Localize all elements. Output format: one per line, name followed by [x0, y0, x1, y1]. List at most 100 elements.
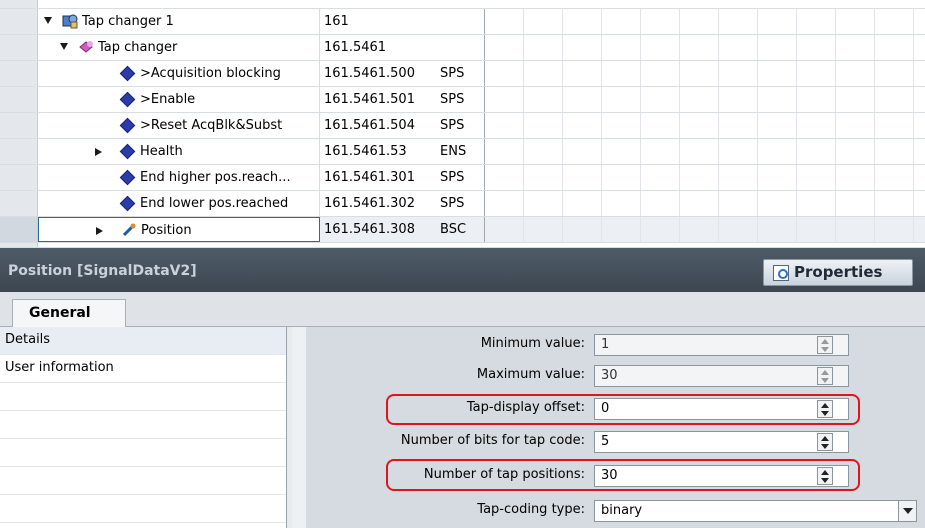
empty-cell — [836, 217, 875, 242]
tree-name-cell[interactable]: >Reset AcqBlk&Subst — [38, 113, 320, 138]
signal-diamond-icon — [119, 91, 136, 108]
tree-item-label: End lower pos.reached — [140, 196, 289, 211]
signal-diamond-icon — [119, 143, 136, 160]
empty-cell — [914, 61, 925, 86]
tree-item-label: End higher pos.reach... — [140, 170, 291, 185]
empty-cell — [602, 9, 641, 34]
empty-cell — [641, 165, 680, 190]
empty-cell — [797, 217, 836, 242]
empty-cell — [563, 35, 602, 60]
empty-cell — [641, 191, 680, 216]
minimum-value-spinner — [817, 336, 833, 354]
row-gutter — [0, 191, 38, 216]
tree-row[interactable]: Tap changer 1 161 — [0, 9, 925, 35]
tree-row[interactable]: End higher pos.reach... 161.5461.301 SPS — [0, 165, 925, 191]
expand-triangle-icon[interactable] — [95, 148, 102, 156]
empty-cell — [524, 165, 563, 190]
tree-name-cell[interactable]: >Acquisition blocking — [38, 61, 320, 86]
empty-cell — [875, 113, 914, 138]
device-gear-icon — [62, 13, 78, 29]
nav-empty-row — [0, 495, 286, 523]
tree-row[interactable]: Position 161.5461.308 BSC — [0, 217, 925, 243]
empty-cell — [524, 139, 563, 164]
collapse-triangle-icon[interactable] — [44, 17, 52, 24]
empty-cell — [485, 9, 524, 34]
empty-cell — [680, 87, 719, 112]
empty-cell — [641, 87, 680, 112]
maximum-value-spinner — [817, 367, 833, 385]
expand-triangle-icon[interactable] — [96, 227, 103, 235]
tree-name-cell[interactable]: End higher pos.reach... — [38, 165, 320, 190]
tree-row[interactable]: Tap changer 161.5461 — [0, 35, 925, 61]
empty-cell — [836, 113, 875, 138]
tap-coding-type-value: binary — [601, 503, 643, 518]
empty-cell — [797, 191, 836, 216]
empty-cell — [914, 35, 925, 60]
tree-name-cell[interactable]: Position — [38, 217, 320, 242]
empty-cell — [719, 61, 758, 86]
address-cell: 161.5461.53 — [324, 144, 407, 159]
empty-cell — [875, 35, 914, 60]
address-cell: 161.5461.504 — [324, 118, 415, 133]
highlight-outline-offset — [386, 394, 860, 425]
tree-item-label: Tap changer 1 — [82, 14, 174, 29]
chevron-down-icon[interactable] — [898, 501, 916, 521]
empty-cell — [758, 217, 797, 242]
empty-cell — [641, 113, 680, 138]
empty-cell — [758, 35, 797, 60]
tree-row[interactable]: >Acquisition blocking 161.5461.500 SPS — [0, 61, 925, 87]
signal-diamond-icon — [119, 117, 136, 134]
empty-cell — [524, 191, 563, 216]
type-cell: SPS — [440, 165, 485, 190]
bits-tap-code-spinner[interactable] — [817, 433, 833, 451]
tree-name-cell[interactable]: >Enable — [38, 87, 320, 112]
signal-diamond-icon — [119, 65, 136, 82]
empty-cell — [836, 9, 875, 34]
tree-name-cell[interactable]: Tap changer — [38, 35, 320, 60]
bits-tap-code-field[interactable]: 5 — [594, 431, 849, 453]
row-gutter — [0, 165, 38, 190]
row-maximum-value: Maximum value: 30 — [306, 360, 925, 391]
empty-cell — [524, 35, 563, 60]
empty-cell — [641, 139, 680, 164]
tree-row[interactable]: >Enable 161.5461.501 SPS — [0, 87, 925, 113]
nav-item-details[interactable]: Details — [0, 327, 286, 355]
empty-cell — [875, 191, 914, 216]
empty-cell — [719, 139, 758, 164]
tree-row[interactable]: >Reset AcqBlk&Subst 161.5461.504 SPS — [0, 113, 925, 139]
tree-name-cell[interactable]: Tap changer 1 — [38, 9, 320, 34]
row-gutter — [0, 9, 38, 34]
grid-top-strip — [0, 0, 925, 9]
empty-cell — [485, 139, 524, 164]
empty-cell — [680, 9, 719, 34]
properties-title: Position [SignalDataV2] — [8, 263, 197, 279]
highlight-outline-positions — [386, 459, 860, 491]
tab-general[interactable]: General — [12, 299, 126, 328]
empty-cell — [719, 191, 758, 216]
empty-cell — [875, 139, 914, 164]
empty-cell — [758, 191, 797, 216]
empty-cell — [836, 35, 875, 60]
tap-coding-type-select[interactable]: binary — [594, 500, 917, 522]
empty-cell — [914, 165, 925, 190]
collapse-triangle-icon[interactable] — [60, 43, 68, 50]
empty-cell — [563, 139, 602, 164]
empty-cell — [875, 165, 914, 190]
empty-cell — [719, 87, 758, 112]
address-cell: 161.5461.301 — [324, 170, 415, 185]
empty-cell — [485, 191, 524, 216]
empty-cell — [719, 9, 758, 34]
nav-empty-row — [0, 411, 286, 439]
tree-row[interactable]: Health 161.5461.53 ENS — [0, 139, 925, 165]
empty-cell — [797, 61, 836, 86]
empty-cell — [563, 165, 602, 190]
tree-row[interactable]: End lower pos.reached 161.5461.302 SPS — [0, 191, 925, 217]
tree-name-cell[interactable]: End lower pos.reached — [38, 191, 320, 216]
empty-cell — [719, 35, 758, 60]
empty-cell — [719, 217, 758, 242]
tree-name-cell[interactable]: Health — [38, 139, 320, 164]
nav-item-user-information[interactable]: User information — [0, 355, 286, 383]
properties-button[interactable]: Properties — [763, 259, 913, 286]
empty-cell — [641, 61, 680, 86]
empty-cell — [563, 9, 602, 34]
